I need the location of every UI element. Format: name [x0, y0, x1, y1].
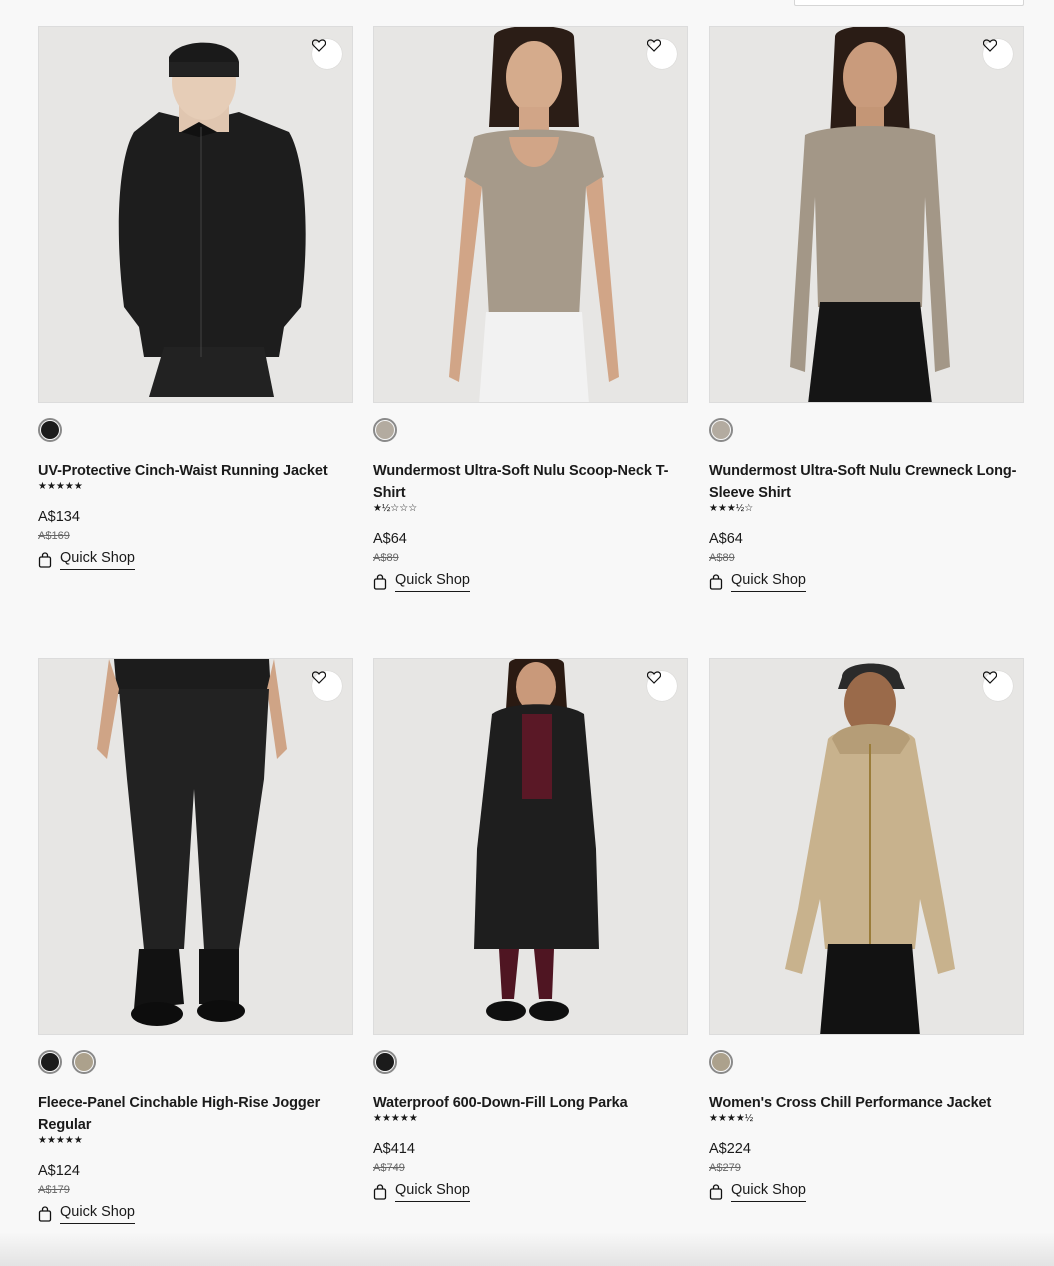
color-swatch[interactable]	[709, 418, 733, 442]
original-price: A$179	[38, 1184, 70, 1196]
product-price: A$64	[373, 531, 407, 547]
color-swatch[interactable]	[709, 1050, 733, 1074]
product-price: A$134	[38, 509, 80, 525]
wishlist-heart-icon[interactable]	[647, 39, 677, 69]
color-swatch[interactable]	[38, 1050, 62, 1074]
product-card: Fleece-Panel Cinchable High-Rise Jogger …	[38, 658, 353, 1224]
rating-stars: ★★★★½	[709, 1113, 754, 1124]
product-price: A$64	[709, 531, 743, 547]
color-swatch[interactable]	[72, 1050, 96, 1074]
quick-shop-button[interactable]: Quick Shop	[38, 1204, 353, 1224]
quick-shop-label: Quick Shop	[731, 1182, 806, 1202]
product-name[interactable]: Wundermost Ultra-Soft Nulu Scoop-Neck T-…	[373, 460, 685, 504]
quick-shop-button[interactable]: Quick Shop	[709, 572, 1024, 592]
product-card: Women's Cross Chill Performance Jacket ★…	[709, 658, 1024, 1202]
original-price: A$89	[373, 552, 399, 564]
wishlist-heart-icon[interactable]	[312, 39, 342, 69]
product-price: A$224	[709, 1141, 751, 1157]
quick-shop-label: Quick Shop	[395, 572, 470, 592]
rating-stars: ★★★★★	[38, 1135, 83, 1146]
product-card: Wundermost Ultra-Soft Nulu Scoop-Neck T-…	[373, 26, 688, 592]
quick-shop-button[interactable]: Quick Shop	[709, 1182, 1024, 1202]
product-card: Waterproof 600-Down-Fill Long Parka ★★★★…	[373, 658, 688, 1202]
color-swatches	[373, 418, 688, 446]
product-price: A$124	[38, 1163, 80, 1179]
product-image[interactable]	[709, 26, 1024, 403]
original-price: A$89	[709, 552, 735, 564]
color-swatch[interactable]	[38, 418, 62, 442]
product-card: UV-Protective Cinch-Waist Running Jacket…	[38, 26, 353, 570]
shopping-bag-icon	[709, 574, 723, 590]
color-swatch[interactable]	[373, 418, 397, 442]
shopping-bag-icon	[38, 552, 52, 568]
rating-stars: ★★★★★	[38, 481, 83, 492]
color-swatches	[709, 418, 1024, 446]
quick-shop-label: Quick Shop	[60, 550, 135, 570]
product-name[interactable]: Fleece-Panel Cinchable High-Rise Jogger …	[38, 1092, 350, 1136]
color-swatches	[373, 1050, 688, 1078]
wishlist-heart-icon[interactable]	[647, 671, 677, 701]
color-swatches	[38, 1050, 353, 1078]
product-name[interactable]: Waterproof 600-Down-Fill Long Parka	[373, 1092, 685, 1114]
rating-stars: ★★★★★	[373, 1113, 418, 1124]
quick-shop-label: Quick Shop	[731, 572, 806, 592]
quick-shop-label: Quick Shop	[60, 1204, 135, 1224]
bottom-fade	[0, 1232, 1054, 1266]
sort-dropdown[interactable]	[794, 0, 1024, 6]
product-image[interactable]	[373, 26, 688, 403]
wishlist-heart-icon[interactable]	[983, 39, 1013, 69]
quick-shop-button[interactable]: Quick Shop	[373, 572, 688, 592]
product-name[interactable]: Wundermost Ultra-Soft Nulu Crewneck Long…	[709, 460, 1021, 504]
wishlist-heart-icon[interactable]	[312, 671, 342, 701]
product-image[interactable]	[38, 658, 353, 1035]
product-price: A$414	[373, 1141, 415, 1157]
product-card: Wundermost Ultra-Soft Nulu Crewneck Long…	[709, 26, 1024, 592]
quick-shop-label: Quick Shop	[395, 1182, 470, 1202]
original-price: A$169	[38, 530, 70, 542]
color-swatches	[38, 418, 353, 446]
product-image[interactable]	[373, 658, 688, 1035]
rating-stars: ★★★½☆	[709, 503, 754, 514]
shopping-bag-icon	[38, 1206, 52, 1222]
quick-shop-button[interactable]: Quick Shop	[373, 1182, 688, 1202]
color-swatches	[709, 1050, 1024, 1078]
color-swatch[interactable]	[373, 1050, 397, 1074]
shopping-bag-icon	[373, 574, 387, 590]
original-price: A$749	[373, 1162, 405, 1174]
wishlist-heart-icon[interactable]	[983, 671, 1013, 701]
product-image[interactable]	[709, 658, 1024, 1035]
product-image[interactable]	[38, 26, 353, 403]
quick-shop-button[interactable]: Quick Shop	[38, 550, 353, 570]
shopping-bag-icon	[709, 1184, 723, 1200]
rating-stars: ★½☆☆☆	[373, 503, 418, 514]
product-name[interactable]: Women's Cross Chill Performance Jacket	[709, 1092, 1021, 1114]
original-price: A$279	[709, 1162, 741, 1174]
product-name[interactable]: UV-Protective Cinch-Waist Running Jacket	[38, 460, 350, 482]
shopping-bag-icon	[373, 1184, 387, 1200]
